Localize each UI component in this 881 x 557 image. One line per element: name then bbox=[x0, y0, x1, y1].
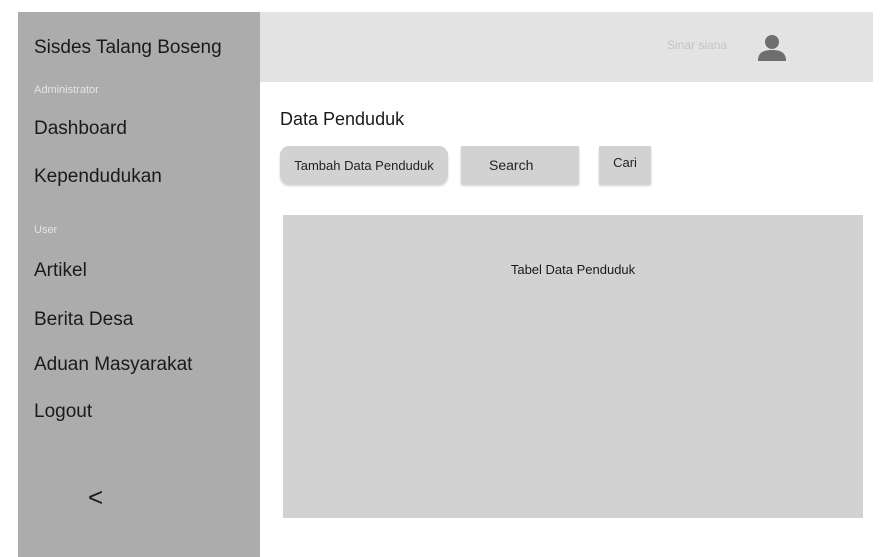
section-label-administrator: Administrator bbox=[34, 84, 99, 96]
search-input[interactable] bbox=[461, 146, 579, 184]
sidebar-item-artikel[interactable]: Artikel bbox=[34, 260, 87, 282]
app-title: Sisdes Talang Boseng bbox=[34, 37, 222, 58]
app-frame: Sisdes Talang Boseng Administrator Dashb… bbox=[18, 12, 873, 557]
sidebar-item-berita-desa[interactable]: Berita Desa bbox=[34, 309, 133, 331]
section-label-user: User bbox=[34, 224, 58, 236]
collapse-sidebar-button[interactable]: < bbox=[88, 482, 103, 513]
sidebar-item-dashboard[interactable]: Dashboard bbox=[34, 118, 127, 140]
topbar: Sinar siana bbox=[260, 12, 873, 82]
user-name: Sinar siana bbox=[667, 38, 728, 52]
resident-table: Tabel Data Penduduk bbox=[283, 215, 863, 518]
sidebar-item-aduan-masyarakat[interactable]: Aduan Masyarakat bbox=[34, 354, 192, 376]
user-icon[interactable] bbox=[756, 32, 788, 64]
page-title: Data Penduduk bbox=[280, 109, 405, 129]
search-button[interactable]: Cari bbox=[599, 146, 651, 184]
sidebar: Sisdes Talang Boseng Administrator Dashb… bbox=[18, 12, 260, 557]
sidebar-item-kependudukan[interactable]: Kependudukan bbox=[34, 166, 162, 188]
add-resident-button[interactable]: Tambah Data Penduduk bbox=[280, 146, 448, 184]
sidebar-item-logout[interactable]: Logout bbox=[34, 401, 92, 423]
table-placeholder-label: Tabel Data Penduduk bbox=[510, 262, 636, 277]
